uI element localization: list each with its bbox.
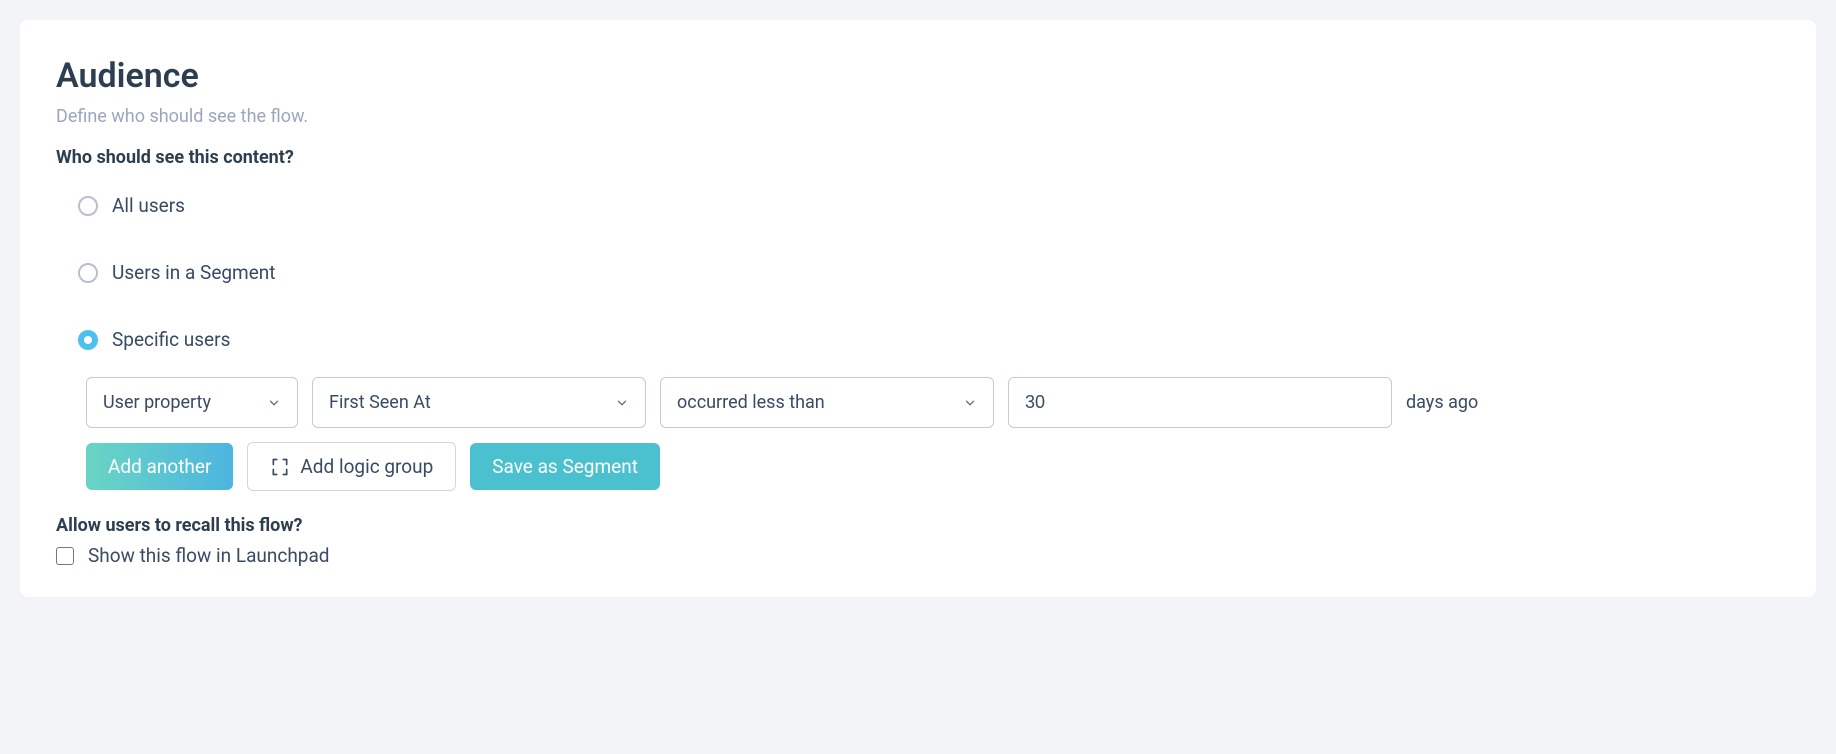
page-title: Audience: [56, 56, 1780, 96]
radio-label: All users: [112, 194, 185, 217]
radio-circle-icon: [78, 263, 98, 283]
chevron-down-icon: [615, 396, 629, 410]
dropdown-value: First Seen At: [329, 392, 431, 413]
checkbox-label: Show this flow in Launchpad: [88, 544, 330, 567]
filter-value-input[interactable]: [1008, 377, 1392, 428]
dropdown-value: User property: [103, 392, 211, 413]
add-logic-group-button[interactable]: Add logic group: [247, 442, 456, 491]
launchpad-checkbox-row[interactable]: Show this flow in Launchpad: [56, 544, 1780, 567]
save-segment-button[interactable]: Save as Segment: [470, 443, 660, 490]
recall-heading: Allow users to recall this flow?: [56, 515, 1780, 536]
radio-circle-icon: [78, 196, 98, 216]
filter-suffix-label: days ago: [1406, 392, 1478, 413]
radio-circle-selected-icon: [78, 330, 98, 350]
page-subtitle: Define who should see the flow.: [56, 106, 1780, 127]
radio-specific-users[interactable]: Specific users: [78, 328, 1780, 351]
chevron-down-icon: [267, 396, 281, 410]
radio-label: Specific users: [112, 328, 230, 351]
add-another-button[interactable]: Add another: [86, 443, 233, 490]
radio-label: Users in a Segment: [112, 261, 276, 284]
filter-row: User property First Seen At occurred les…: [86, 377, 1780, 428]
chevron-down-icon: [963, 396, 977, 410]
button-row: Add another Add logic group Save as Segm…: [86, 442, 1780, 491]
audience-radio-group: All users Users in a Segment Specific us…: [78, 194, 1780, 351]
bracket-icon: [270, 457, 290, 477]
audience-question: Who should see this content?: [56, 147, 1780, 168]
dropdown-value: occurred less than: [677, 392, 825, 413]
checkbox-icon[interactable]: [56, 547, 74, 565]
radio-users-segment[interactable]: Users in a Segment: [78, 261, 1780, 284]
filter-type-dropdown[interactable]: User property: [86, 377, 298, 428]
button-label: Add logic group: [300, 455, 433, 478]
filter-property-dropdown[interactable]: First Seen At: [312, 377, 646, 428]
filter-operator-dropdown[interactable]: occurred less than: [660, 377, 994, 428]
radio-all-users[interactable]: All users: [78, 194, 1780, 217]
audience-card: Audience Define who should see the flow.…: [20, 20, 1816, 597]
